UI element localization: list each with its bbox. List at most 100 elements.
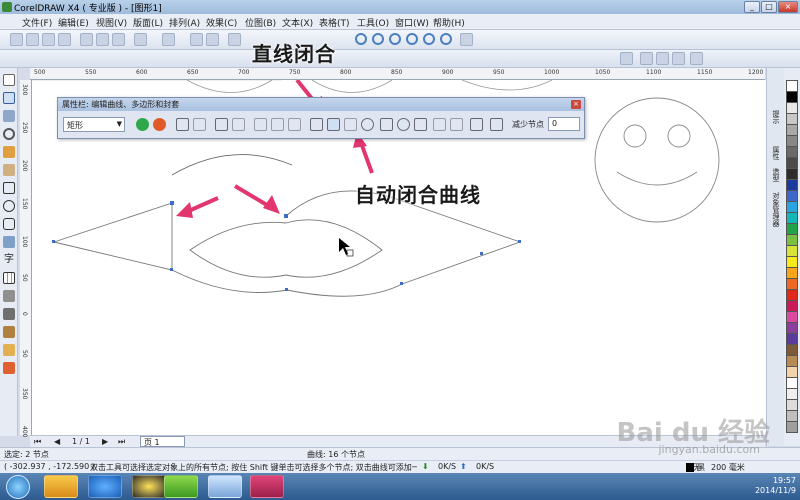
basic-shapes-tool-icon[interactable] <box>3 236 15 248</box>
crop-tool-icon[interactable] <box>3 110 15 122</box>
menu-window[interactable]: 窗口(W) <box>395 16 429 29</box>
cut-icon[interactable] <box>80 33 93 46</box>
zoom-width-icon[interactable] <box>440 33 452 45</box>
smart-fill-tool-icon[interactable] <box>3 164 15 176</box>
menu-edit[interactable]: 编辑(E) <box>58 16 89 29</box>
docker-icon-2[interactable] <box>640 52 653 65</box>
node-point[interactable] <box>518 240 521 243</box>
zoom-all-icon[interactable] <box>406 33 418 45</box>
property-bar-dialog[interactable]: 属性栏: 编辑曲线、多边形和封套 × 矩形 ▼ 减少节点 0 <box>57 97 585 139</box>
node-point[interactable] <box>285 288 288 291</box>
maximize-button[interactable]: □ <box>761 1 777 13</box>
zoom-tool-icon[interactable] <box>3 128 15 140</box>
reflect-horizontal-icon[interactable] <box>433 118 446 131</box>
cusp-node-icon[interactable] <box>254 118 267 131</box>
node-point[interactable] <box>170 268 173 271</box>
elastic-mode-icon[interactable] <box>470 118 483 131</box>
ellipse-tool-icon[interactable] <box>3 200 15 212</box>
taskbar-app-4[interactable] <box>164 475 198 498</box>
menu-help[interactable]: 帮助(H) <box>433 16 465 29</box>
docker-tab-hints[interactable]: 提示 <box>771 110 781 124</box>
node-point[interactable] <box>170 201 174 205</box>
fill-tool-icon[interactable] <box>3 344 15 356</box>
palette-swatch[interactable] <box>786 421 798 433</box>
minimize-button[interactable]: _ <box>744 1 760 13</box>
print-icon[interactable] <box>58 33 71 46</box>
property-bar-header[interactable]: 属性栏: 编辑曲线、多边形和封套 × <box>58 98 584 111</box>
docker-tab-properties[interactable]: 属性 <box>771 146 781 160</box>
menu-text[interactable]: 文本(X) <box>282 16 313 29</box>
rotate-nodes-icon[interactable] <box>397 118 410 131</box>
docker-icon-3[interactable] <box>656 52 669 65</box>
menu-tools[interactable]: 工具(O) <box>357 16 389 29</box>
menu-effects[interactable]: 效果(C) <box>206 16 237 29</box>
table-tool-icon[interactable] <box>3 272 15 284</box>
coreldraw-taskbar-icon[interactable] <box>250 475 284 498</box>
docker-icon-1[interactable] <box>620 52 633 65</box>
pick-tool-icon[interactable] <box>3 74 15 86</box>
menu-bitmaps[interactable]: 位图(B) <box>245 16 276 29</box>
undo-icon[interactable] <box>134 33 147 46</box>
copy-icon[interactable] <box>96 33 109 46</box>
export-icon[interactable] <box>206 33 219 46</box>
docker-icon-4[interactable] <box>672 52 685 65</box>
app-launcher-icon[interactable] <box>228 33 241 46</box>
shape-dropdown[interactable]: 矩形 ▼ <box>63 117 125 132</box>
last-page-icon[interactable]: ⏭ <box>118 437 125 447</box>
ie-icon[interactable] <box>88 475 122 498</box>
docker-icon-5[interactable] <box>690 52 703 65</box>
menu-arrange[interactable]: 排列(A) <box>169 16 200 29</box>
convert-to-curve-icon[interactable] <box>232 118 245 131</box>
redo-icon[interactable] <box>162 33 175 46</box>
open-icon[interactable] <box>26 33 39 46</box>
start-button[interactable] <box>6 475 30 499</box>
extend-curve-to-close-icon[interactable] <box>327 118 340 131</box>
next-page-icon[interactable]: ▶ <box>102 437 108 446</box>
zoom-out-icon[interactable] <box>372 33 384 45</box>
break-curve-icon[interactable] <box>193 118 206 131</box>
menu-view[interactable]: 视图(V) <box>96 16 127 29</box>
new-icon[interactable] <box>10 33 23 46</box>
stretch-nodes-icon[interactable] <box>380 118 393 131</box>
reverse-direction-icon[interactable] <box>310 118 323 131</box>
docker-tab-shaping[interactable]: 造型 <box>771 168 781 182</box>
property-bar-close-button[interactable]: × <box>571 100 581 109</box>
prev-page-icon[interactable]: ◀ <box>54 437 60 446</box>
reduce-nodes-input[interactable]: 0 <box>548 117 580 131</box>
import-icon[interactable] <box>190 33 203 46</box>
paste-icon[interactable] <box>112 33 125 46</box>
menu-table[interactable]: 表格(T) <box>319 16 350 29</box>
extract-subpath-icon[interactable] <box>344 118 357 131</box>
auto-close-curve-icon[interactable] <box>361 118 374 131</box>
delete-node-icon[interactable] <box>153 118 166 131</box>
node-point[interactable] <box>400 282 403 285</box>
freehand-tool-icon[interactable] <box>3 146 15 158</box>
node-point[interactable] <box>480 252 483 255</box>
menu-layout[interactable]: 版面(L) <box>133 16 163 29</box>
align-nodes-icon[interactable] <box>414 118 427 131</box>
zoom-page-icon[interactable] <box>423 33 435 45</box>
node-point[interactable] <box>284 214 288 218</box>
taskbar-app-5[interactable] <box>208 475 242 498</box>
join-nodes-icon[interactable] <box>176 118 189 131</box>
taskbar-app-1[interactable] <box>44 475 78 498</box>
parallel-dimension-tool-icon[interactable] <box>3 290 15 302</box>
zoom-in-icon[interactable] <box>355 33 367 45</box>
page-tab[interactable]: 页 1 <box>140 436 185 447</box>
outline-pen-tool-icon[interactable] <box>3 326 15 338</box>
select-all-nodes-icon[interactable] <box>490 118 503 131</box>
reflect-vertical-icon[interactable] <box>450 118 463 131</box>
symmetrical-node-icon[interactable] <box>288 118 301 131</box>
interactive-fill-tool-icon[interactable] <box>3 362 15 374</box>
add-node-icon[interactable] <box>136 118 149 131</box>
save-icon[interactable] <box>42 33 55 46</box>
docker-tab-object-manager[interactable]: 对象管理器 <box>771 192 781 227</box>
zoom-height-icon[interactable] <box>460 33 473 46</box>
node-point[interactable] <box>52 240 55 243</box>
menu-file[interactable]: 文件(F) <box>22 16 52 29</box>
first-page-icon[interactable]: ⏮ <box>34 437 41 447</box>
shape-tool-icon[interactable] <box>3 92 15 104</box>
smooth-node-icon[interactable] <box>271 118 284 131</box>
close-button[interactable]: × <box>778 1 798 13</box>
convert-to-line-icon[interactable] <box>215 118 228 131</box>
